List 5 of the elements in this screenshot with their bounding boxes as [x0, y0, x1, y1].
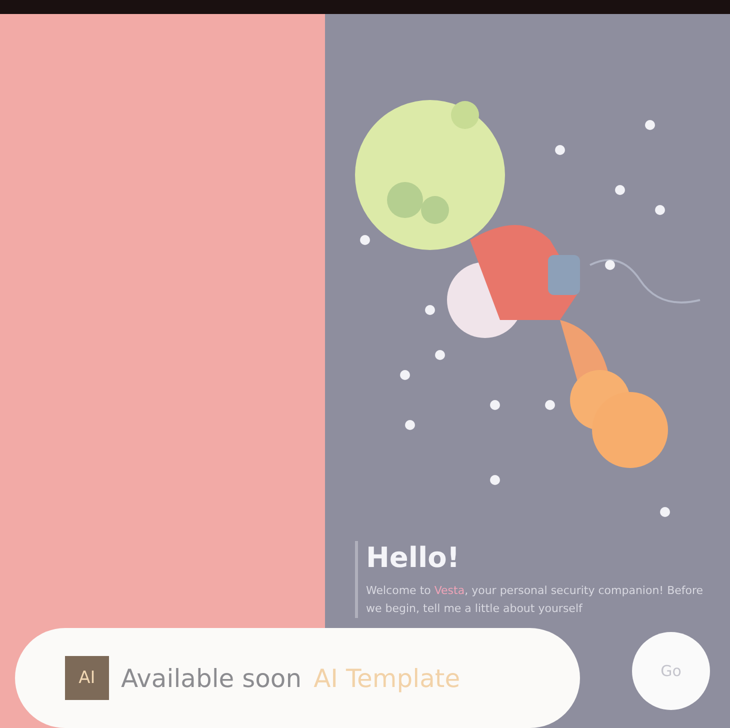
ai-badge: AI [65, 656, 109, 700]
banner-highlight: AI Template [314, 664, 460, 692]
welcome-message: Welcome to Vesta, your personal security companion! Before we begin, tell me a little about yourself [366, 583, 704, 617]
greeting-title: Hello! [366, 541, 461, 574]
banner-text: Available soon [121, 664, 302, 692]
